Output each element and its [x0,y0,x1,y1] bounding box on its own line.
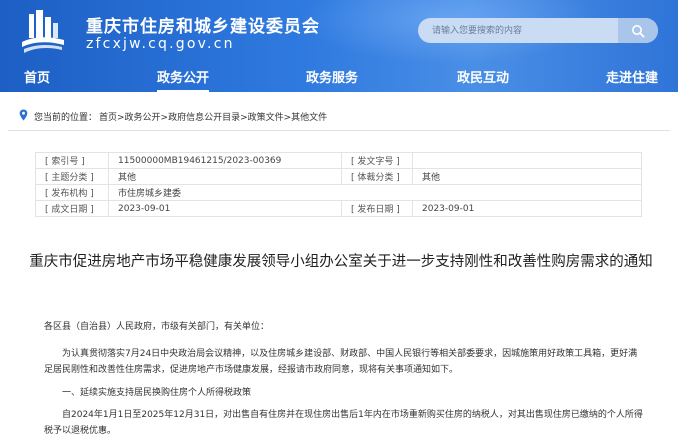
document-paragraph: 自2024年1月1日至2025年12月31日，对出售自有住房并在现住房出售后1年… [44,410,643,436]
genre-label: [ 体裁分类 ] [341,168,413,185]
index-value: 11500000MB19461215/2023-00369 [108,152,342,169]
document-section-heading: 一、延续实施支持居民换购住房个人所得税政策 [62,388,252,398]
index-label: [ 索引号 ] [35,152,109,169]
search-input[interactable] [418,18,622,43]
breadcrumb-label: 您当前的位置： [34,113,98,123]
topic-value: 其他 [108,168,342,185]
site-title[interactable]: 重庆市住房和城乡建设委员会 [86,12,320,37]
nav-item-gov-services[interactable]: 政务服务 [306,67,358,86]
issuer-value: 市住房城乡建委 [108,184,642,201]
document-meta-table: [ 索引号 ] 11500000MB19461215/2023-00369 [ … [35,152,642,217]
site-logo-icon[interactable] [20,9,66,55]
location-pin-icon [19,109,28,121]
nav-item-home[interactable]: 首页 [24,67,50,86]
site-domain: zfcxjw.cq.gov.cn [86,36,235,52]
table-row: [ 发布机构 ] 市住房城乡建委 [35,184,642,201]
breadcrumb-path[interactable]: 首页>政务公开>政府信息公开目录>政策文件>其他文件 [99,110,327,123]
main-nav: 首页 政务公开 政务服务 政民互动 走进住建 [0,62,678,92]
nav-item-interaction[interactable]: 政民互动 [457,67,509,86]
divider [8,130,670,131]
table-row: [ 主题分类 ] 其他 [ 体裁分类 ] 其他 [35,168,642,185]
topic-label: [ 主题分类 ] [35,168,109,185]
search-icon [632,24,645,38]
site-header: 重庆市住房和城乡建设委员会 zfcxjw.cq.gov.cn 首页 政务公开 政… [0,0,678,92]
table-row: [ 成文日期 ] 2023-09-01 [ 发布日期 ] 2023-09-01 [35,200,642,217]
issuer-label: [ 发布机构 ] [35,184,109,201]
genre-value: 其他 [412,168,642,185]
table-row: [ 索引号 ] 11500000MB19461215/2023-00369 [ … [35,152,642,169]
search-button[interactable] [618,18,658,43]
document-paragraph: 为认真贯彻落实7月24日中央政治局会议精神，以及住房城乡建设部、财政部、中国人民… [44,349,638,375]
nav-item-gov-affairs[interactable]: 政务公开 [157,67,210,92]
created-date-value: 2023-09-01 [108,200,342,217]
docno-value [412,152,642,169]
nav-active-indicator [157,90,210,92]
docno-label: [ 发文字号 ] [341,152,413,169]
published-date-value: 2023-09-01 [412,200,642,217]
created-date-label: [ 成文日期 ] [35,200,109,217]
published-date-label: [ 发布日期 ] [341,200,413,217]
nav-item-about[interactable]: 走进住建 [606,67,658,86]
document-greeting: 各区县（自治县）人民政府，市级有关部门，有关单位： [44,322,270,332]
breadcrumb: 您当前的位置： 首页>政务公开>政府信息公开目录>政策文件>其他文件 [0,104,678,128]
document-title: 重庆市促进房地产市场平稳健康发展领导小组办公室关于进一步支持刚性和改善性购房需求… [29,254,653,270]
search-box [418,18,658,43]
